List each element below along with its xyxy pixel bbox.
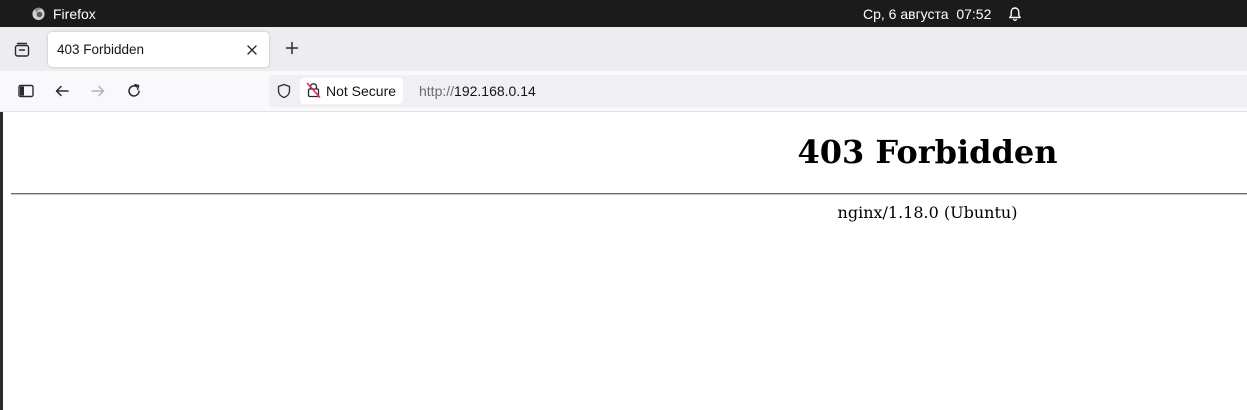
clock-area[interactable]: Ср, 6 августа 07:52 xyxy=(863,0,1023,27)
insecure-lock-icon xyxy=(306,82,321,101)
bell-icon[interactable] xyxy=(1007,6,1023,22)
activities-app-menu[interactable]: Firefox xyxy=(31,0,96,27)
tab-active[interactable]: 403 Forbidden xyxy=(48,32,269,67)
app-name: Firefox xyxy=(53,5,96,22)
security-indicator[interactable]: Not Secure xyxy=(300,78,404,104)
system-top-bar: Firefox Ср, 6 августа 07:52 xyxy=(0,0,1247,27)
server-signature: nginx/1.18.0 (Ubuntu) xyxy=(837,203,1018,222)
url-bar[interactable]: Not Secure http://192.168.0.14 xyxy=(269,75,1247,107)
new-tab-icon[interactable] xyxy=(281,37,303,59)
url-text[interactable]: http://192.168.0.14 xyxy=(419,75,536,107)
sidebar-icon[interactable] xyxy=(14,79,38,103)
page-content: 403 Forbidden nginx/1.18.0 (Ubuntu) xyxy=(3,112,1247,410)
tab-overview-icon[interactable] xyxy=(10,38,34,62)
datetime-label: Ср, 6 августа 07:52 xyxy=(863,5,992,22)
shield-icon[interactable] xyxy=(275,82,293,100)
tab-strip: 403 Forbidden xyxy=(0,27,1247,71)
back-icon[interactable] xyxy=(50,79,74,103)
url-host: 192.168.0.14 xyxy=(454,83,536,99)
reload-icon[interactable] xyxy=(122,79,146,103)
forward-icon[interactable] xyxy=(86,79,110,103)
close-icon[interactable] xyxy=(243,41,261,59)
divider xyxy=(11,193,1247,195)
firefox-icon xyxy=(31,6,46,21)
url-scheme: http:// xyxy=(419,83,455,99)
page-heading: 403 Forbidden xyxy=(797,133,1058,171)
tab-title: 403 Forbidden xyxy=(57,42,145,57)
security-label: Not Secure xyxy=(326,83,397,99)
navigation-toolbar: Not Secure http://192.168.0.14 xyxy=(0,71,1247,112)
